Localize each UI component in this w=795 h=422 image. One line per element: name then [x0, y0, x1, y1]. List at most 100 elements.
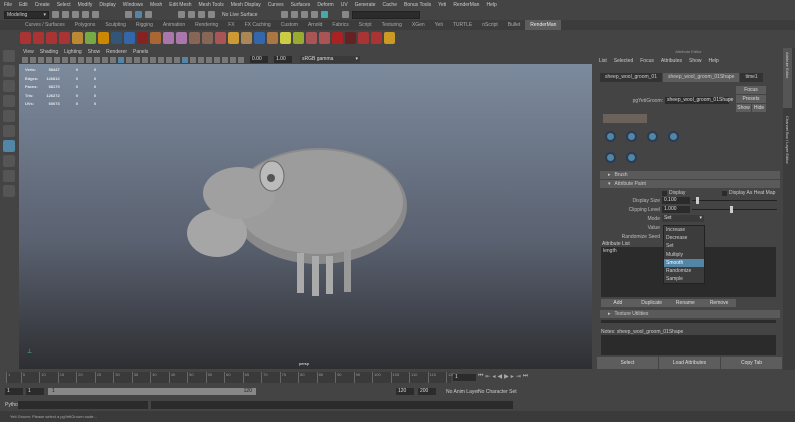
- viewport-menu-lighting[interactable]: Lighting: [64, 49, 82, 55]
- shelf-tool-icon[interactable]: [124, 32, 135, 44]
- twist-tool-icon[interactable]: [647, 131, 658, 142]
- mode-option-smooth[interactable]: Smooth: [664, 258, 704, 267]
- focus-button[interactable]: Focus: [736, 86, 766, 94]
- command-input[interactable]: [18, 401, 148, 409]
- display-checkbox[interactable]: [662, 190, 667, 196]
- viewport-tool-icon[interactable]: [230, 56, 236, 63]
- viewport-tool-icon[interactable]: [134, 56, 140, 63]
- menu-uv[interactable]: UV: [341, 2, 348, 8]
- hypershade-icon[interactable]: [320, 11, 328, 18]
- menu-mesh-display[interactable]: Mesh Display: [231, 2, 261, 8]
- shelf-tab-nscript[interactable]: nScript: [477, 20, 503, 30]
- four-pane-icon[interactable]: [3, 155, 15, 167]
- viewport-tool-icon[interactable]: [94, 56, 100, 63]
- viewport-tool-icon[interactable]: [22, 56, 28, 63]
- viewport-tool-icon[interactable]: [126, 56, 132, 63]
- step-back-icon[interactable]: ◂: [492, 373, 495, 380]
- current-frame-field[interactable]: 1: [453, 374, 476, 381]
- shelf-tool-icon[interactable]: [319, 32, 330, 44]
- menu-file[interactable]: File: [4, 2, 12, 8]
- viewport-tool-icon[interactable]: [150, 56, 156, 63]
- select-component-icon[interactable]: [145, 11, 152, 18]
- ae-menu-attributes[interactable]: Attributes: [661, 58, 682, 64]
- shelf-tab-yeti[interactable]: Yeti: [430, 20, 448, 30]
- go-start-icon[interactable]: ⏮: [478, 373, 483, 380]
- mode-option-set[interactable]: Set: [664, 242, 704, 250]
- select-object-icon[interactable]: [135, 11, 142, 18]
- shelf-tool-icon[interactable]: [332, 32, 343, 44]
- step-forward-key-icon[interactable]: ⇥: [516, 373, 521, 380]
- undo-icon[interactable]: [82, 11, 89, 18]
- rotate-tool-icon[interactable]: [3, 110, 15, 122]
- sheep-model[interactable]: [169, 138, 429, 318]
- node-name-field[interactable]: sheep_wool_groom_01Shape: [665, 97, 733, 104]
- viewport-tool-icon[interactable]: [206, 56, 212, 63]
- tab-channel-box[interactable]: Channel Box / Layer Editor: [783, 112, 792, 202]
- ae-tab[interactable]: sheep_wool_groom_01Shape: [662, 73, 740, 82]
- notes-field[interactable]: [601, 335, 776, 355]
- viewport-tool-icon[interactable]: [110, 56, 116, 63]
- viewport-menu-shading[interactable]: Shading: [40, 49, 58, 55]
- menu-select[interactable]: Select: [57, 2, 71, 8]
- viewport-tool-icon[interactable]: [86, 56, 92, 63]
- ipr-render-icon[interactable]: [300, 11, 308, 18]
- viewport-menu-show[interactable]: Show: [88, 49, 101, 55]
- time-slider[interactable]: 1 5 10 15 20 25 30 35 40 45 50 55 60 65 70 75 80 85 90 95 10…: [0, 370, 795, 384]
- shelf-tool-icon[interactable]: [150, 32, 161, 44]
- attribute-duplicate-button[interactable]: Duplicate: [634, 299, 669, 307]
- viewport-tool-icon[interactable]: [174, 56, 180, 63]
- shelf-tab-sculpting[interactable]: Sculpting: [100, 20, 131, 30]
- step-forward-icon[interactable]: ▸: [511, 373, 514, 380]
- snap-plane-icon[interactable]: [208, 11, 215, 18]
- end-time-field[interactable]: 200: [418, 388, 436, 395]
- show-button[interactable]: Show: [736, 104, 751, 112]
- menu-display[interactable]: Display: [99, 2, 115, 8]
- step-back-key-icon[interactable]: ⇤: [485, 373, 490, 380]
- shelf-tool-icon[interactable]: [85, 32, 96, 44]
- menu-renderman[interactable]: RenderMan: [453, 2, 479, 8]
- mode-select[interactable]: Modeling ▾: [4, 10, 49, 19]
- shelf-tab-fx-caching[interactable]: FX Caching: [240, 20, 276, 30]
- viewport-tool-icon[interactable]: [70, 56, 76, 63]
- shelf-tool-icon[interactable]: [215, 32, 226, 44]
- shelf-tab-fabrics[interactable]: Fabrics: [327, 20, 353, 30]
- select-tool-icon[interactable]: [3, 50, 15, 62]
- paint-select-icon[interactable]: [3, 80, 15, 92]
- playback-end-field[interactable]: 120: [396, 388, 414, 395]
- menu-modify[interactable]: Modify: [78, 2, 93, 8]
- render-view-icon[interactable]: [280, 11, 288, 18]
- outliner-layout-icon[interactable]: [3, 185, 15, 197]
- viewport-tool-icon[interactable]: [54, 56, 60, 63]
- shelf-tab-turtle[interactable]: TURTLE: [448, 20, 477, 30]
- render-icon[interactable]: [290, 11, 298, 18]
- shelf-tool-icon[interactable]: [358, 32, 369, 44]
- play-forward-icon[interactable]: ▶: [504, 373, 509, 380]
- menu-windows[interactable]: Windows: [123, 2, 143, 8]
- gamma-field[interactable]: 1.00: [274, 56, 292, 63]
- snap-curve-icon[interactable]: [188, 11, 195, 18]
- ae-copy-tab-button[interactable]: Copy Tab: [721, 357, 782, 369]
- display-size-slider[interactable]: [692, 197, 777, 204]
- viewport-tool-icon[interactable]: [166, 56, 172, 63]
- mode-option-sample[interactable]: Sample: [664, 275, 704, 283]
- shelf-tab-polygons[interactable]: Polygons: [70, 20, 101, 30]
- menu-generate[interactable]: Generate: [355, 2, 376, 8]
- shelf-tool-icon[interactable]: [280, 32, 291, 44]
- lasso-tool-icon[interactable]: [3, 65, 15, 77]
- open-scene-icon[interactable]: [62, 11, 69, 18]
- viewport-tool-icon[interactable]: [214, 56, 220, 63]
- shelf-tab-fx[interactable]: FX: [223, 20, 239, 30]
- shelf-tab-rigging[interactable]: Rigging: [131, 20, 158, 30]
- viewport-tool-icon[interactable]: [142, 56, 148, 63]
- ae-tab[interactable]: time1: [740, 73, 763, 82]
- viewport-tool-icon[interactable]: [102, 56, 108, 63]
- clump-tool-icon[interactable]: [668, 131, 679, 142]
- horizontal-scrollbar[interactable]: [601, 320, 776, 323]
- clipping-slider[interactable]: [692, 206, 777, 213]
- clipping-field[interactable]: 1.000: [662, 206, 690, 213]
- quick-input-field[interactable]: [351, 10, 420, 19]
- shelf-tool-icon[interactable]: [228, 32, 239, 44]
- shelf-tool-icon[interactable]: [384, 32, 395, 44]
- shelf-tool-icon[interactable]: [98, 32, 109, 44]
- viewport-tool-icon[interactable]: [198, 56, 204, 63]
